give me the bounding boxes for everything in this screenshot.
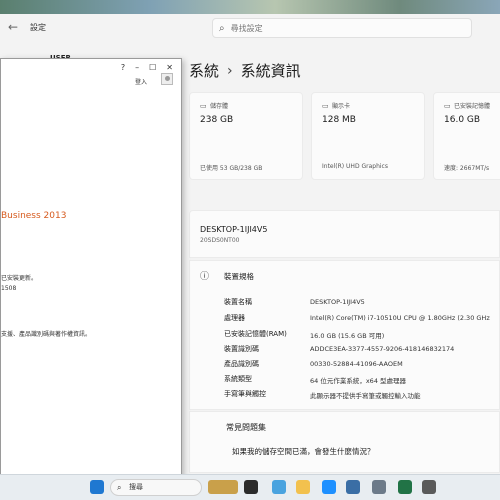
- spec-label: 手寫筆與觸控: [224, 390, 266, 398]
- info-icon: ⓘ: [200, 272, 210, 282]
- dialog-line: 已安裝更新。: [1, 275, 38, 282]
- avatar[interactable]: [161, 73, 173, 85]
- search-icon: ⌕: [117, 483, 122, 492]
- taskbar-search[interactable]: ⌕ 搜尋: [110, 479, 202, 496]
- taskbar: ⌕ 搜尋: [0, 474, 500, 500]
- taskbar-search-label: 搜尋: [129, 483, 143, 491]
- card-value: 128 MB: [322, 115, 356, 125]
- card-label: 已安裝記憶體: [454, 103, 491, 110]
- close-icon[interactable]: ✕: [166, 63, 173, 72]
- minimize-icon[interactable]: –: [135, 63, 139, 72]
- display-icon: ▭: [322, 102, 329, 110]
- spec-label: 裝置識別碼: [224, 345, 259, 353]
- settings-icon[interactable]: [372, 480, 386, 494]
- breadcrumb: 系統 › 系統資訊: [189, 60, 301, 81]
- chat-icon[interactable]: [272, 480, 286, 494]
- maximize-icon[interactable]: ☐: [149, 63, 156, 72]
- search-icon: ⌕: [219, 22, 225, 34]
- spec-label: 產品識別碼: [224, 360, 259, 368]
- device-specs: ⓘ 裝置規格 裝置名稱 DESKTOP-1IJI4V5 處理器 Intel(R)…: [189, 260, 500, 410]
- app-title: 設定: [30, 23, 46, 32]
- spec-label: 處理器: [224, 314, 245, 322]
- card-label: 顯示卡: [332, 103, 351, 110]
- card-label: 儲存體: [210, 103, 229, 110]
- breadcrumb-system[interactable]: 系統: [189, 60, 219, 81]
- dialog-line: 1508: [1, 285, 17, 292]
- start-icon[interactable]: [90, 480, 104, 494]
- device-name: DESKTOP-1IJI4V5: [200, 225, 268, 234]
- card-sub: 已使用 53 GB/238 GB: [200, 165, 263, 172]
- store-icon[interactable]: [346, 480, 360, 494]
- spec-value: 16.0 GB (15.6 GB 可用): [310, 332, 385, 340]
- graphics-card[interactable]: ▭ 顯示卡 128 MB Intel(R) UHD Graphics: [311, 92, 425, 180]
- chevron-right-icon: ›: [227, 62, 233, 79]
- office-account-dialog: ? – ☐ ✕ 登入 Business 2013 已安裝更新。 1508 支援、…: [0, 58, 182, 478]
- dialog-line: 支援、產品識別碼與著作權資訊。: [1, 331, 92, 338]
- card-sub: 速度: 2667MT/s: [444, 165, 490, 172]
- spec-label: 已安裝記憶體(RAM): [224, 330, 287, 338]
- storage-icon: ▭: [200, 102, 207, 110]
- memory-icon: ▭: [444, 102, 451, 110]
- card-value: 238 GB: [200, 115, 234, 125]
- card-sub: Intel(R) UHD Graphics: [322, 163, 388, 170]
- settings-titlebar: ← 設定 ⌕: [0, 14, 500, 42]
- edge-icon[interactable]: [322, 480, 336, 494]
- device-name-block: DESKTOP-1IJI4V5 20SDS0NT00: [189, 210, 500, 258]
- excel-icon[interactable]: [398, 480, 412, 494]
- faq-question[interactable]: 如果我的儲存空間已滿，會發生什麼情況？: [232, 446, 375, 457]
- window-controls: ? – ☐ ✕: [121, 63, 173, 72]
- faq-section: 常見問題集 如果我的儲存空間已滿，會發生什麼情況？: [189, 411, 500, 473]
- card-value: 16.0 GB: [444, 115, 481, 125]
- sign-in-link[interactable]: 登入: [135, 77, 147, 86]
- spec-value: ADDCE3EA-3377-4557-9206-418146832174: [310, 345, 455, 353]
- breadcrumb-about: 系統資訊: [240, 62, 301, 80]
- spec-value: 64 位元作業系統，x64 型處理器: [310, 377, 407, 385]
- help-icon[interactable]: ?: [121, 63, 125, 72]
- spec-value: 00330-52884-41096-AAOEM: [310, 360, 403, 368]
- widget-icon[interactable]: [208, 480, 238, 494]
- spec-value: 此顯示器不提供手寫筆或觸控輸入功能: [310, 392, 421, 400]
- search-input[interactable]: [230, 23, 451, 33]
- faq-title: 常見問題集: [226, 423, 266, 432]
- spec-value: Intel(R) Core(TM) i7-10510U CPU @ 1.80GH…: [310, 314, 490, 322]
- product-name: Business 2013: [1, 211, 67, 221]
- device-model: 20SDS0NT00: [200, 237, 240, 244]
- task-view-icon[interactable]: [244, 480, 258, 494]
- file-explorer-icon[interactable]: [296, 480, 310, 494]
- specs-heading: 裝置規格: [224, 272, 254, 281]
- spec-label: 裝置名稱: [224, 298, 252, 306]
- settings-search[interactable]: ⌕: [212, 18, 472, 38]
- storage-card[interactable]: ▭ 儲存體 238 GB 已使用 53 GB/238 GB: [189, 92, 303, 180]
- spec-value: DESKTOP-1IJI4V5: [310, 298, 365, 306]
- back-arrow-icon[interactable]: ←: [8, 20, 18, 34]
- app-icon[interactable]: [422, 480, 436, 494]
- spec-label: 系統類型: [224, 375, 252, 383]
- memory-card[interactable]: ▭ 已安裝記憶體 16.0 GB 速度: 2667MT/s: [433, 92, 500, 180]
